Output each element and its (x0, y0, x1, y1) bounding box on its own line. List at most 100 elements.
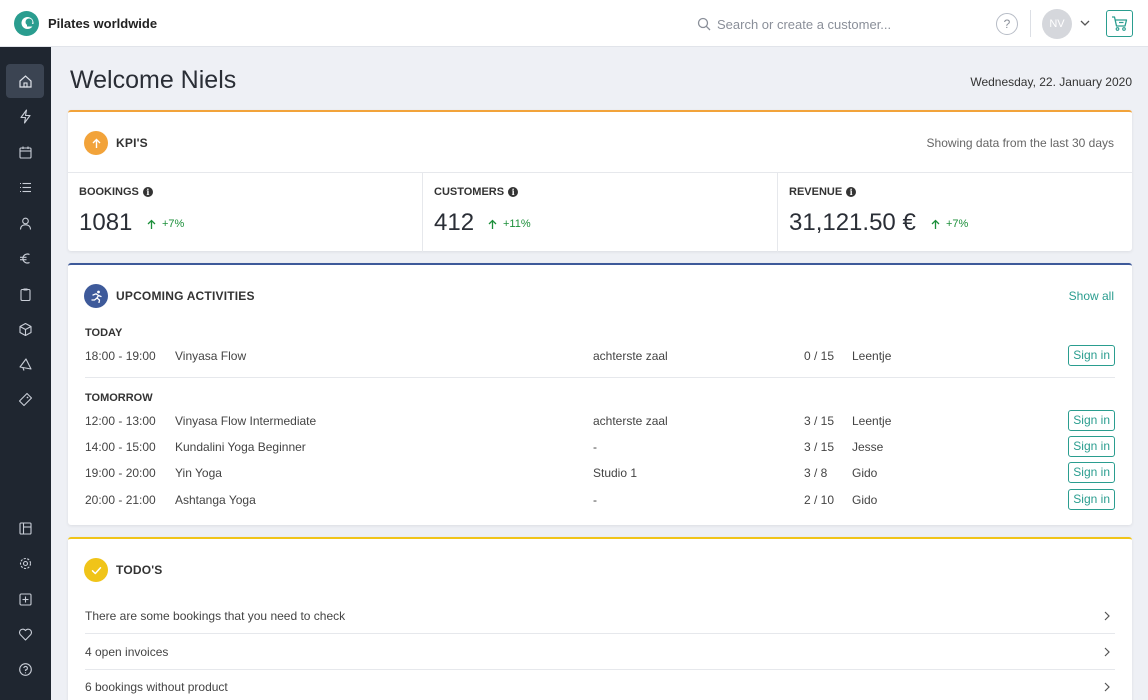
activity-capacity: 3 / 8 (804, 466, 828, 480)
sidebar-item-list[interactable] (6, 170, 44, 204)
info-icon[interactable]: i (846, 187, 857, 197)
sign-in-button[interactable]: Sign in (1068, 345, 1115, 366)
sidebar-item-settings[interactable] (6, 546, 44, 580)
list-item[interactable]: 4 open invoices (85, 635, 1115, 670)
sidebar-item-layout[interactable] (6, 511, 44, 545)
help-button[interactable]: ? (996, 13, 1018, 35)
show-all-link[interactable]: Show all (1069, 289, 1114, 303)
search-input[interactable] (717, 16, 987, 32)
sidebar-item-home[interactable] (6, 64, 44, 98)
arrow-up-icon (488, 219, 497, 229)
sidebar-item-favorites[interactable] (6, 617, 44, 651)
page-title: Welcome Niels (70, 66, 237, 94)
todo-text: 4 open invoices (85, 645, 169, 659)
check-icon (91, 566, 101, 574)
activity-capacity: 0 / 15 (804, 349, 835, 363)
sidebar-item-help[interactable] (6, 652, 44, 686)
help-circle-icon (18, 662, 32, 676)
kpi-bookings: BOOKINGS i 1081 +7% (68, 173, 423, 252)
top-bar: Pilates worldwide ? NV (0, 0, 1148, 47)
sidebar-item-marketing[interactable] (6, 347, 44, 381)
sidebar-item-clipboard[interactable] (6, 277, 44, 311)
activity-room: achterste zaal (593, 349, 668, 363)
kpi-card-title: KPI'S (116, 136, 148, 150)
info-icon[interactable]: i (142, 187, 153, 197)
activity-capacity: 3 / 15 (804, 440, 835, 454)
activity-name: Vinyasa Flow Intermediate (175, 414, 317, 428)
kpi-period-note: Showing data from the last 30 days (926, 136, 1114, 150)
activity-capacity: 3 / 15 (804, 414, 835, 428)
table-row: 18:00 - 19:00 Vinyasa Flow achterste zaa… (85, 343, 1115, 369)
info-icon[interactable]: i (508, 187, 519, 197)
chevron-right-icon (1104, 682, 1110, 692)
app-logo-icon[interactable] (14, 11, 39, 36)
activity-room: - (593, 440, 597, 454)
chevron-down-icon[interactable] (1079, 17, 1091, 29)
activity-trainer: Gido (852, 493, 878, 507)
activity-name: Ashtanga Yoga (175, 493, 256, 507)
lightning-icon (19, 108, 31, 124)
kpi-row: BOOKINGS i 1081 +7% CUSTOMERS i 412 +11% R… (68, 172, 1132, 252)
sidebar-item-activity[interactable] (6, 99, 44, 133)
sidebar-item-tickets[interactable] (6, 382, 44, 416)
sign-in-button[interactable]: Sign in (1068, 436, 1115, 457)
gear-icon (19, 557, 31, 569)
chevron-right-icon (1104, 647, 1110, 657)
plus-square-icon (18, 592, 32, 606)
kpi-delta: +7% (146, 218, 184, 230)
activity-room: Studio 1 (593, 466, 638, 480)
customer-search (697, 15, 987, 33)
list-item[interactable]: 6 bookings without product (85, 670, 1115, 700)
upcoming-activities-card: UPCOMING ACTIVITIES Show all TODAY 18:00… (68, 263, 1132, 525)
sidebar-item-finance[interactable] (6, 241, 44, 275)
sidebar (0, 47, 51, 700)
home-icon (18, 74, 32, 88)
user-icon (19, 217, 31, 230)
sign-in-button[interactable]: Sign in (1068, 489, 1115, 510)
activities-card-title: UPCOMING ACTIVITIES (116, 289, 255, 303)
chevron-right-icon (1104, 611, 1110, 621)
kpi-delta: +11% (487, 218, 531, 230)
sidebar-item-customers[interactable] (6, 206, 44, 240)
kpi-label: CUSTOMERS i (434, 186, 519, 198)
activity-name: Yin Yoga (175, 466, 222, 480)
activity-trainer: Gido (852, 466, 878, 480)
box-icon (18, 322, 32, 336)
activity-room: - (593, 493, 597, 507)
activity-time: 20:00 - 21:00 (85, 493, 156, 507)
arrow-up-icon (931, 219, 940, 229)
table-row: 20:00 - 21:00 Ashtanga Yoga - 2 / 10 Gid… (85, 487, 1115, 513)
kpi-label: BOOKINGS i (79, 186, 153, 198)
kpi-customers: CUSTOMERS i 412 +11% (423, 173, 778, 252)
todos-badge (84, 558, 108, 582)
todos-card-title: TODO'S (116, 563, 163, 577)
list-icon (19, 182, 31, 192)
sidebar-item-add[interactable] (6, 582, 44, 616)
sidebar-item-calendar[interactable] (6, 135, 44, 169)
kpi-revenue: REVENUE i 31,121.50 € +7% (778, 173, 1132, 252)
todo-text: There are some bookings that you need to… (85, 609, 346, 623)
kpi-value: 1081 (79, 209, 133, 236)
activity-time: 19:00 - 20:00 (85, 466, 156, 480)
section-tomorrow: TOMORROW (85, 392, 153, 404)
activity-time: 14:00 - 15:00 (85, 440, 156, 454)
sidebar-item-products[interactable] (6, 312, 44, 346)
table-row: 19:00 - 20:00 Yin Yoga Studio 1 3 / 8 Gi… (85, 460, 1115, 486)
layout-icon (18, 521, 32, 535)
app-name: Pilates worldwide (48, 16, 158, 31)
arrow-up-icon (147, 219, 156, 229)
kpi-value: 31,121.50 € (789, 209, 916, 236)
kpi-label: REVENUE i (789, 186, 857, 198)
activity-trainer: Jesse (852, 440, 884, 454)
kpi-value: 412 (434, 209, 475, 236)
sign-in-button[interactable]: Sign in (1068, 410, 1115, 431)
avatar[interactable]: NV (1042, 9, 1072, 39)
activity-name: Kundalini Yoga Beginner (175, 440, 306, 454)
list-item[interactable]: There are some bookings that you need to… (85, 599, 1115, 634)
clipboard-icon (19, 288, 31, 301)
activities-badge (84, 284, 108, 308)
heart-icon (18, 628, 32, 641)
sign-in-button[interactable]: Sign in (1068, 462, 1115, 483)
section-today: TODAY (85, 327, 123, 339)
cart-button[interactable] (1106, 10, 1133, 37)
